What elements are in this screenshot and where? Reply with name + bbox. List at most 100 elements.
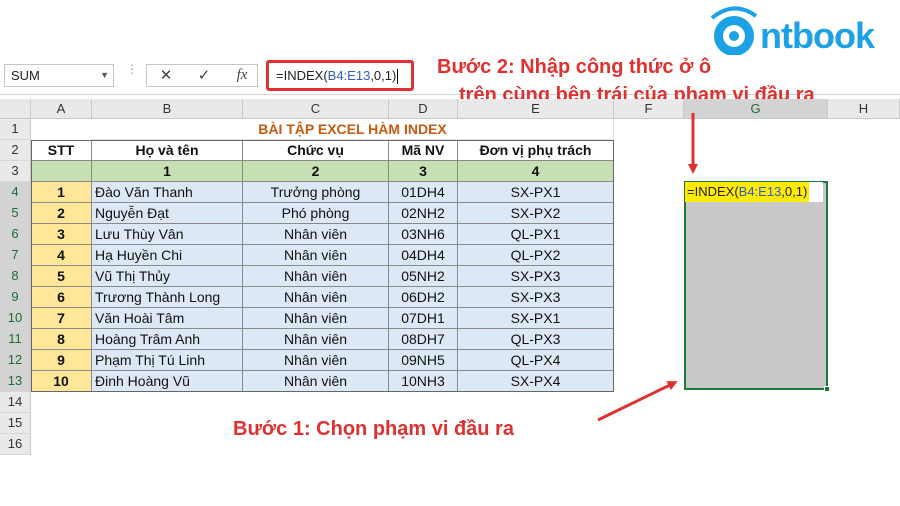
data-cell[interactable]: Nhân viên: [243, 266, 389, 287]
row-header-1[interactable]: 1: [0, 119, 31, 140]
stt-cell[interactable]: 10: [31, 371, 92, 392]
data-cell[interactable]: Đinh Hoàng Vũ: [92, 371, 243, 392]
select-all-corner[interactable]: [0, 99, 31, 119]
data-cell[interactable]: Nhân viên: [243, 350, 389, 371]
drag-handle-icon[interactable]: ⋮: [126, 63, 138, 86]
row-header-10[interactable]: 10: [0, 308, 31, 329]
sheet-title[interactable]: BÀI TẬP EXCEL HÀM INDEX: [92, 119, 614, 140]
index-cell[interactable]: 2: [243, 161, 389, 182]
data-cell[interactable]: Phó phòng: [243, 203, 389, 224]
column-header-a[interactable]: A: [31, 99, 92, 119]
stt-cell[interactable]: 3: [31, 224, 92, 245]
chevron-down-icon[interactable]: ▼: [100, 65, 109, 86]
row-header-2[interactable]: 2: [0, 140, 31, 161]
data-cell[interactable]: Đào Văn Thanh: [92, 182, 243, 203]
header-cell[interactable]: Chức vụ: [243, 140, 389, 161]
step1-annotation: Bước 1: Chọn phạm vi đầu ra: [233, 418, 514, 440]
data-cell[interactable]: Phạm Thị Tú Linh: [92, 350, 243, 371]
column-header-e[interactable]: E: [458, 99, 614, 119]
data-cell[interactable]: Trương Thành Long: [92, 287, 243, 308]
row-header-13[interactable]: 13: [0, 371, 31, 392]
data-cell[interactable]: Lưu Thùy Vân: [92, 224, 243, 245]
data-cell[interactable]: SX-PX3: [458, 266, 614, 287]
header-cell[interactable]: Đơn vị phụ trách: [458, 140, 614, 161]
stt-cell[interactable]: 2: [31, 203, 92, 224]
data-cell[interactable]: SX-PX4: [458, 371, 614, 392]
data-cell[interactable]: 03NH6: [389, 224, 458, 245]
row-header-8[interactable]: 8: [0, 266, 31, 287]
stt-cell[interactable]: 1: [31, 182, 92, 203]
row-header-12[interactable]: 12: [0, 350, 31, 371]
header-cell[interactable]: Mã NV: [389, 140, 458, 161]
data-cell[interactable]: 05NH2: [389, 266, 458, 287]
data-cell[interactable]: 09NH5: [389, 350, 458, 371]
column-header-c[interactable]: C: [243, 99, 389, 119]
header-cell[interactable]: Họ và tên: [92, 140, 243, 161]
data-cell[interactable]: 10NH3: [389, 371, 458, 392]
data-cell[interactable]: 02NH2: [389, 203, 458, 224]
data-cell[interactable]: SX-PX3: [458, 287, 614, 308]
stt-cell[interactable]: 8: [31, 329, 92, 350]
index-cell[interactable]: 4: [458, 161, 614, 182]
column-header-d[interactable]: D: [389, 99, 458, 119]
row-header-9[interactable]: 9: [0, 287, 31, 308]
data-cell[interactable]: Trưởng phòng: [243, 182, 389, 203]
stt-cell[interactable]: 5: [31, 266, 92, 287]
data-cell[interactable]: 01DH4: [389, 182, 458, 203]
row-header-5[interactable]: 5: [0, 203, 31, 224]
data-cell[interactable]: Nhân viên: [243, 287, 389, 308]
data-cell[interactable]: Hạ Huyền Chi: [92, 245, 243, 266]
index-cell[interactable]: 1: [92, 161, 243, 182]
stt-cell[interactable]: 6: [31, 287, 92, 308]
column-header-b[interactable]: B: [92, 99, 243, 119]
data-cell[interactable]: Nhân viên: [243, 224, 389, 245]
enter-icon[interactable]: ✓: [189, 65, 219, 86]
data-cell[interactable]: SX-PX1: [458, 308, 614, 329]
name-box[interactable]: SUM ▼: [4, 64, 114, 87]
name-box-value: SUM: [11, 68, 40, 83]
data-cell[interactable]: SX-PX2: [458, 203, 614, 224]
data-cell[interactable]: 06DH2: [389, 287, 458, 308]
data-cell[interactable]: Nhân viên: [243, 329, 389, 350]
data-cell[interactable]: SX-PX1: [458, 182, 614, 203]
stt-cell[interactable]: 4: [31, 245, 92, 266]
cell-g4-formula[interactable]: =INDEX(B4:E13,0,1): [685, 182, 810, 202]
data-cell[interactable]: 04DH4: [389, 245, 458, 266]
data-cell[interactable]: QL-PX4: [458, 350, 614, 371]
row-header-7[interactable]: 7: [0, 245, 31, 266]
column-header-h[interactable]: H: [828, 99, 900, 119]
data-cell[interactable]: QL-PX1: [458, 224, 614, 245]
data-cell[interactable]: QL-PX2: [458, 245, 614, 266]
stt-cell[interactable]: 9: [31, 350, 92, 371]
insert-function-icon[interactable]: fx: [227, 65, 257, 86]
column-header-f[interactable]: F: [614, 99, 684, 119]
row-header-3[interactable]: 3: [0, 161, 31, 182]
row-header-15[interactable]: 15: [0, 413, 31, 434]
column-header-g[interactable]: G: [684, 99, 828, 119]
data-cell[interactable]: Văn Hoài Tâm: [92, 308, 243, 329]
data-cell[interactable]: Nhân viên: [243, 308, 389, 329]
row-header-6[interactable]: 6: [0, 224, 31, 245]
data-cell[interactable]: 08DH7: [389, 329, 458, 350]
row-header-4[interactable]: 4: [0, 182, 31, 203]
index-cell-empty[interactable]: [31, 161, 92, 182]
header-cell[interactable]: STT: [31, 140, 92, 161]
data-cell[interactable]: Nhân viên: [243, 371, 389, 392]
data-cell[interactable]: Nhân viên: [243, 245, 389, 266]
index-cell[interactable]: 3: [389, 161, 458, 182]
formula-input[interactable]: =INDEX(B4:E13,0,1): [266, 60, 414, 91]
formula-prefix: =INDEX(: [276, 68, 328, 83]
row-header-11[interactable]: 11: [0, 329, 31, 350]
stt-cell[interactable]: 7: [31, 308, 92, 329]
fill-handle[interactable]: [824, 386, 830, 392]
data-cell[interactable]: Hoàng Trâm Anh: [92, 329, 243, 350]
data-cell[interactable]: Nguyễn Đạt: [92, 203, 243, 224]
g4-ref: B4:E13: [738, 184, 782, 199]
data-cell[interactable]: QL-PX3: [458, 329, 614, 350]
cancel-icon[interactable]: ✕: [151, 65, 181, 86]
data-cell[interactable]: 07DH1: [389, 308, 458, 329]
row-header-16[interactable]: 16: [0, 434, 31, 455]
row-header-14[interactable]: 14: [0, 392, 31, 413]
selected-output-range[interactable]: [684, 181, 828, 390]
data-cell[interactable]: Vũ Thị Thủy: [92, 266, 243, 287]
